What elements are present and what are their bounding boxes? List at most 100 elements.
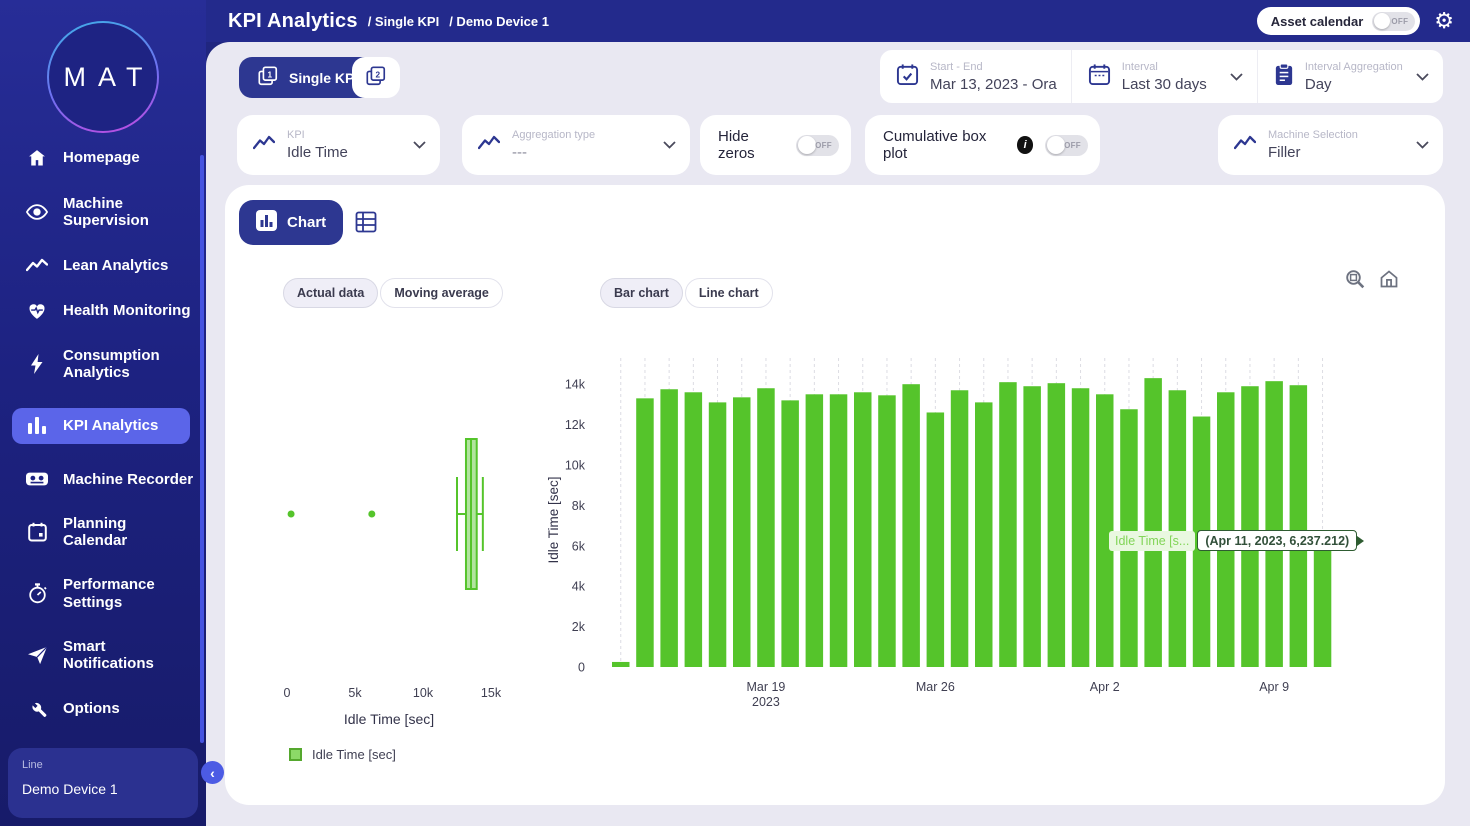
svg-text:12k: 12k [565, 418, 586, 432]
sidebar-item-machine-recorder[interactable]: Machine Recorder [0, 471, 206, 488]
table-view-button[interactable] [355, 211, 377, 233]
filter-row: KPI Idle Time Aggregation type --- Hide … [206, 115, 1470, 175]
tooltip-value: (Apr 11, 2023, 6,237.212) [1197, 530, 1357, 551]
bar-chart-button[interactable]: Bar chart [600, 278, 683, 308]
sidebar-item-options[interactable]: Options [0, 699, 206, 718]
kpi-value: Idle Time [287, 144, 348, 161]
hide-zeros-label: Hide zeros [718, 128, 784, 162]
reset-home-icon[interactable] [1379, 269, 1399, 294]
aggregation-type-value: --- [512, 144, 595, 161]
start-end-selector[interactable]: Start - End Mar 13, 2023 - Ora [880, 50, 1071, 103]
info-icon[interactable]: i [1017, 136, 1034, 154]
sidebar-scrollbar[interactable] [200, 155, 204, 743]
kpi-dropdown[interactable]: KPI Idle Time [237, 115, 440, 175]
line-chart-button[interactable]: Line chart [685, 278, 773, 308]
sidebar-item-homepage[interactable]: Homepage [0, 148, 206, 168]
svg-text:5k: 5k [348, 686, 362, 700]
squares-1-icon: 1 [257, 65, 279, 90]
top-header: KPI Analytics / Single KPI / Demo Device… [206, 0, 1470, 42]
sidebar-item-label: KPI Analytics [63, 417, 158, 434]
svg-text:8k: 8k [572, 499, 586, 513]
interval-aggregation-selector[interactable]: Interval Aggregation Day [1257, 50, 1443, 103]
chart-tab-label: Chart [287, 214, 326, 231]
logo-text: MAT [52, 62, 155, 93]
sidebar: MAT Homepage Machine Supervision Lean An… [0, 0, 206, 826]
sidebar-item-label: Health Monitoring [63, 302, 191, 319]
sidebar-item-label: Lean Analytics [63, 257, 168, 274]
switch-off-label: OFF [1391, 17, 1408, 26]
switch-off-label: OFF [815, 141, 832, 150]
page-title: KPI Analytics [228, 10, 358, 33]
box-plot[interactable]: 05k10k15kIdle Time [sec] [255, 350, 555, 735]
zoom-icon[interactable] [1345, 269, 1365, 294]
svg-text:Apr 2: Apr 2 [1090, 680, 1120, 694]
breadcrumb-device: / Demo Device 1 [449, 14, 549, 29]
svg-text:2k: 2k [572, 620, 586, 634]
chart-type-toggle: Bar chart Line chart [600, 278, 775, 308]
sidebar-collapse-button[interactable]: ‹ [201, 761, 224, 784]
legend-swatch [289, 748, 302, 761]
switch-knob [1374, 13, 1390, 29]
asset-calendar-switch[interactable]: OFF [1372, 12, 1415, 31]
sidebar-item-kpi-analytics[interactable]: KPI Analytics [12, 408, 190, 443]
wrench-icon [26, 699, 48, 718]
send-icon [26, 646, 48, 665]
asset-calendar-toggle-pill[interactable]: Asset calendar OFF [1257, 7, 1421, 35]
sidebar-item-label: Consumption Analytics [63, 347, 166, 382]
interval-aggregation-label: Interval Aggregation [1305, 61, 1403, 73]
svg-text:Idle Time [sec]: Idle Time [sec] [546, 476, 561, 563]
svg-text:0: 0 [578, 661, 585, 675]
home-icon [26, 148, 48, 168]
bar-chart-icon [26, 417, 48, 434]
date-toolbar: Start - End Mar 13, 2023 - Ora Interval … [880, 50, 1443, 103]
squares-2-icon: 2 [365, 65, 387, 90]
svg-text:Mar 19: Mar 19 [746, 680, 785, 694]
sidebar-item-machine-supervision[interactable]: Machine Supervision [0, 195, 170, 230]
svg-text:Apr 9: Apr 9 [1259, 680, 1289, 694]
chevron-down-icon [1416, 68, 1429, 86]
svg-text:15k: 15k [481, 686, 502, 700]
breadcrumb-single-kpi: / Single KPI [368, 14, 440, 29]
sidebar-item-planning-calendar[interactable]: Planning Calendar [0, 515, 150, 550]
legend-item-idle-time[interactable]: Idle Time [sec] [289, 747, 396, 762]
sidebar-item-label: Performance Settings [63, 576, 155, 611]
machine-selection-dropdown[interactable]: Machine Selection Filler [1218, 115, 1443, 175]
settings-gear-icon[interactable]: ⚙ [1434, 10, 1454, 32]
sidebar-item-consumption-analytics[interactable]: Consumption Analytics [0, 347, 176, 382]
trend-line-icon [26, 258, 48, 272]
svg-text:Mar 26: Mar 26 [916, 680, 955, 694]
main-content: 1 Single KPI 2 Start - End Mar 13, 2023 … [206, 42, 1470, 826]
sidebar-item-lean-analytics[interactable]: Lean Analytics [0, 257, 206, 274]
svg-text:2023: 2023 [752, 695, 780, 709]
tooltip-series-label: Idle Time [s... [1109, 531, 1195, 551]
kpi-trend-icon [253, 135, 275, 155]
device-name: Demo Device 1 [22, 781, 184, 797]
svg-text:10k: 10k [565, 459, 586, 473]
aggregation-type-dropdown[interactable]: Aggregation type --- [462, 115, 690, 175]
hide-zeros-switch[interactable]: OFF [796, 135, 839, 156]
interval-selector[interactable]: Interval Last 30 days [1071, 50, 1257, 103]
chart-tab-button[interactable]: Chart [239, 200, 343, 245]
asset-calendar-label: Asset calendar [1271, 14, 1364, 29]
hide-zeros-control: Hide zeros OFF [700, 115, 851, 175]
sidebar-item-health-monitoring[interactable]: Health Monitoring [0, 301, 206, 320]
cumulative-box-plot-label: Cumulative box plot [883, 128, 1005, 162]
chevron-down-icon [1416, 136, 1429, 154]
start-end-value: Mar 13, 2023 - Ora [930, 76, 1057, 93]
interval-aggregation-value: Day [1305, 76, 1403, 93]
legend-label: Idle Time [sec] [312, 747, 396, 762]
compare-kpi-tab-button[interactable]: 2 [352, 57, 400, 98]
chart-card: Chart Actual data Moving average Bar cha… [225, 185, 1445, 805]
actual-data-button[interactable]: Actual data [283, 278, 378, 308]
sidebar-item-performance-settings[interactable]: Performance Settings [0, 576, 160, 611]
sidebar-item-smart-notifications[interactable]: Smart Notifications [0, 638, 160, 673]
aggregation-trend-icon [478, 135, 500, 155]
calendar-icon [26, 522, 48, 542]
cumulative-box-plot-switch[interactable]: OFF [1045, 135, 1088, 156]
moving-average-button[interactable]: Moving average [380, 278, 502, 308]
interval-value: Last 30 days [1122, 76, 1207, 93]
hover-tooltip: Idle Time [s... (Apr 11, 2023, 6,237.212… [1109, 530, 1364, 551]
chevron-left-icon: ‹ [210, 765, 215, 781]
selected-line-card: Line Demo Device 1 [8, 748, 198, 818]
chart-tab-icon [256, 210, 277, 235]
